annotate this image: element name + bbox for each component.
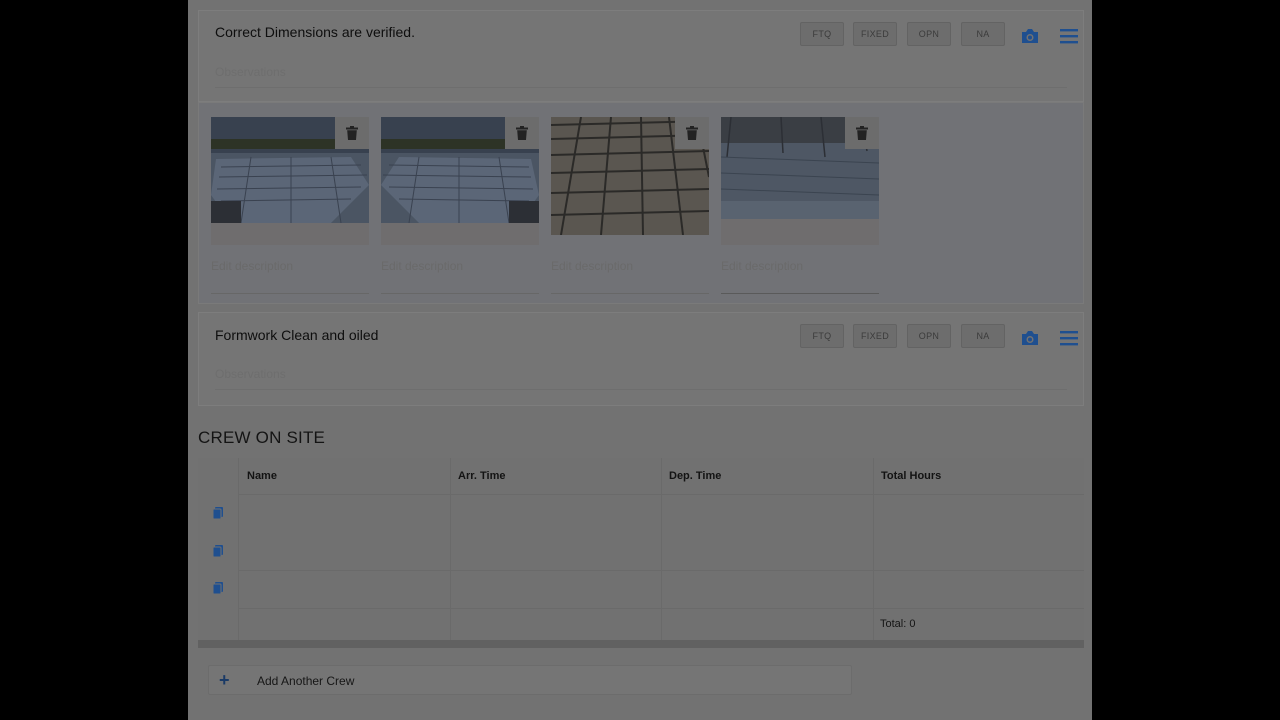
photo-strip [211, 223, 369, 245]
trash-icon [516, 126, 528, 140]
trash-icon [346, 126, 358, 140]
photo-strip [381, 223, 539, 245]
delete-photo-button[interactable] [675, 117, 709, 149]
crew-section-title: CREW ON SITE [198, 428, 326, 447]
observations-underline [215, 87, 1067, 88]
inspection-item-card: Correct Dimensions are verified. FTQ FIX… [198, 10, 1084, 102]
column-header-dep-time: Dep. Time [669, 470, 722, 482]
trash-icon [856, 126, 868, 140]
camera-icon[interactable] [1020, 28, 1040, 44]
opn-button[interactable]: OPN [907, 324, 951, 348]
na-button[interactable]: NA [961, 22, 1005, 46]
crew-table-scrollbar[interactable] [198, 640, 1084, 648]
fixed-button[interactable]: FIXED [853, 324, 897, 348]
inspection-page: Correct Dimensions are verified. FTQ FIX… [188, 0, 1092, 720]
trash-icon [686, 126, 698, 140]
item-title: Correct Dimensions are verified. [215, 24, 415, 40]
photo-description-field[interactable]: Edit description [381, 259, 463, 273]
add-crew-label: Add Another Crew [257, 674, 355, 688]
menu-icon[interactable] [1060, 28, 1078, 44]
column-header-total-hours: Total Hours [881, 470, 942, 482]
crew-total: Total: 0 [880, 618, 916, 630]
ftq-button[interactable]: FTQ [800, 22, 844, 46]
na-button[interactable]: NA [961, 324, 1005, 348]
fixed-button[interactable]: FIXED [853, 22, 897, 46]
column-header-arr-time: Arr. Time [458, 470, 506, 482]
table-row [198, 494, 1084, 532]
photo-description-field[interactable]: Edit description [721, 259, 803, 273]
photo-description-field[interactable]: Edit description [211, 259, 293, 273]
observations-field[interactable]: Observations [215, 367, 286, 381]
photo-description-field[interactable]: Edit description [551, 259, 633, 273]
delete-photo-button[interactable] [335, 117, 369, 149]
table-row [198, 532, 1084, 570]
observations-underline [215, 389, 1067, 390]
observations-field[interactable]: Observations [215, 65, 286, 79]
add-another-crew-button[interactable]: + Add Another Crew [208, 665, 852, 695]
camera-icon[interactable] [1020, 330, 1040, 346]
photo-gallery: Edit description Edit description Edit d… [198, 102, 1084, 304]
copy-icon[interactable] [212, 507, 224, 520]
copy-icon[interactable] [212, 545, 224, 558]
opn-button[interactable]: OPN [907, 22, 951, 46]
photo-strip [721, 219, 879, 245]
table-row [198, 570, 1084, 608]
row-divider [238, 608, 1084, 609]
copy-icon[interactable] [212, 582, 224, 595]
inspection-item-card: Formwork Clean and oiled FTQ FIXED OPN N… [198, 312, 1084, 406]
column-header-name: Name [247, 470, 277, 482]
crew-table: Name Arr. Time Dep. Time Total Hours Tot… [198, 458, 1084, 648]
description-underline [381, 293, 539, 294]
menu-icon[interactable] [1060, 330, 1078, 346]
delete-photo-button[interactable] [505, 117, 539, 149]
description-underline [551, 293, 709, 294]
description-underline [721, 293, 879, 294]
ftq-button[interactable]: FTQ [800, 324, 844, 348]
plus-icon: + [219, 670, 230, 690]
delete-photo-button[interactable] [845, 117, 879, 149]
item-title: Formwork Clean and oiled [215, 327, 379, 343]
description-underline [211, 293, 369, 294]
